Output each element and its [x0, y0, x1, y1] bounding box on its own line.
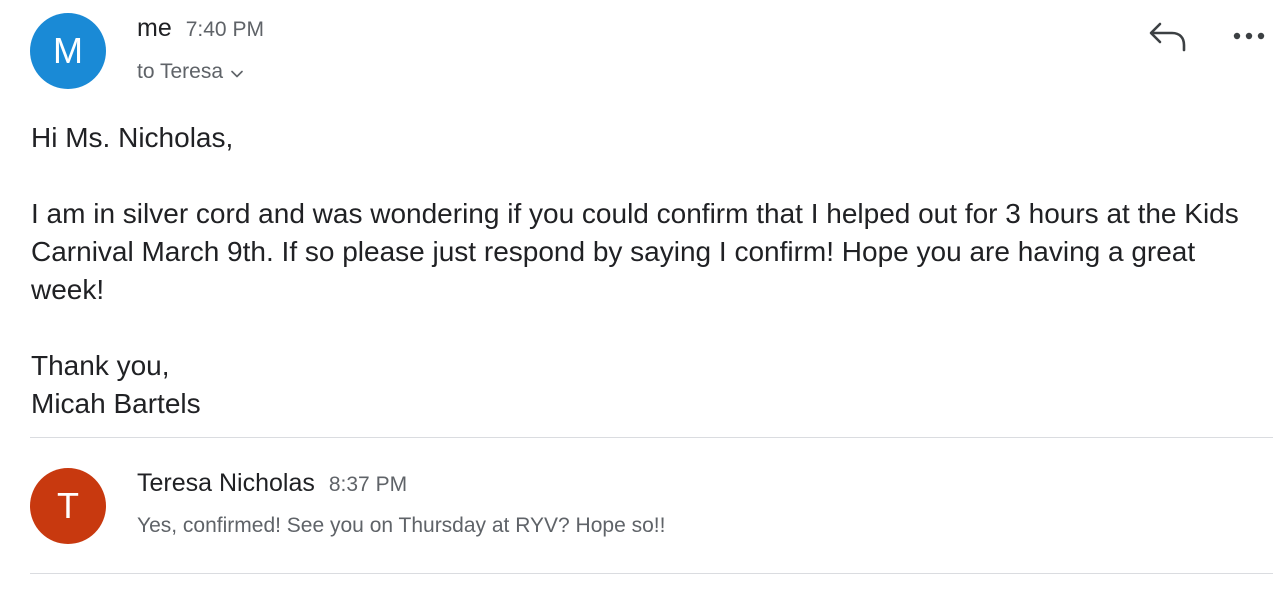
- message-greeting: Hi Ms. Nicholas,: [31, 122, 234, 153]
- message-time: 8:37 PM: [328, 473, 408, 496]
- avatar[interactable]: M: [30, 13, 106, 89]
- sender-name[interactable]: me: [137, 14, 172, 43]
- sender-name[interactable]: Teresa Nicholas: [137, 469, 315, 498]
- signature-name: Micah Bartels: [31, 388, 201, 419]
- avatar[interactable]: T: [30, 468, 106, 544]
- reply-icon: [1148, 22, 1188, 58]
- avatar-letter: T: [57, 485, 79, 526]
- message-time: 7:40 PM: [185, 18, 264, 41]
- more-options-button[interactable]: [1232, 26, 1268, 46]
- chevron-down-icon: [231, 60, 243, 84]
- divider: [30, 437, 1273, 438]
- avatar-letter: M: [53, 30, 83, 71]
- signoff-line: Thank you,: [31, 350, 170, 381]
- sender-line: me 7:40 PM: [137, 14, 264, 43]
- recipients-label: to Teresa: [137, 60, 223, 83]
- message-snippet[interactable]: Yes, confirmed! See you on Thursday at R…: [137, 514, 665, 538]
- more-options-icon: [1232, 32, 1268, 50]
- sender-line: Teresa Nicholas 8:37 PM: [137, 469, 407, 498]
- message-signoff: Thank you, Micah Bartels: [31, 347, 1256, 423]
- message-body: I am in silver cord and was wondering if…: [31, 198, 1239, 305]
- divider: [30, 573, 1273, 574]
- recipients-toggle[interactable]: to Teresa: [137, 60, 243, 84]
- email-thread: M me 7:40 PM to Teresa Hi Ms. Nicholas, …: [0, 0, 1280, 591]
- reply-button[interactable]: [1148, 20, 1188, 54]
- message-expanded: M me 7:40 PM to Teresa Hi Ms. Nicholas, …: [0, 0, 1280, 437]
